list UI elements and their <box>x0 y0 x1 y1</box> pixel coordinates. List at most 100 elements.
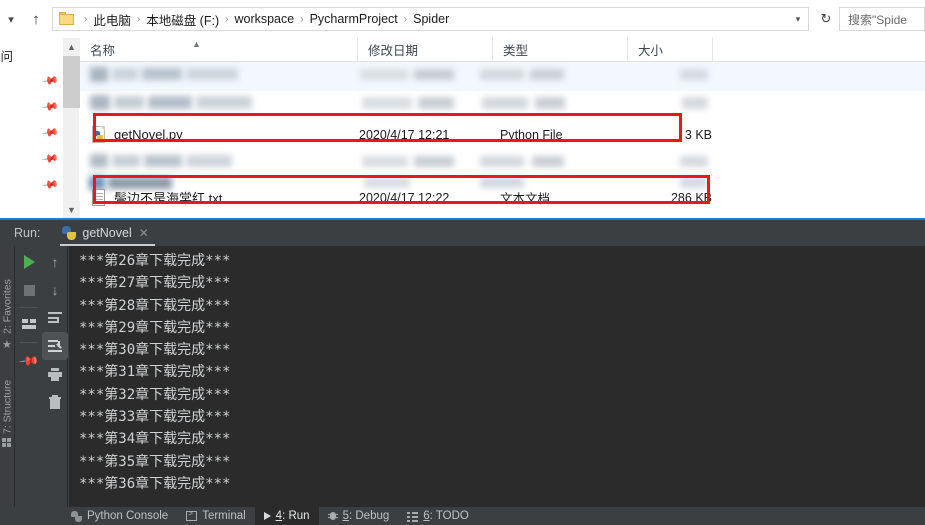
breadcrumb-item-3[interactable]: PycharmProject <box>309 12 399 26</box>
pin-icon: 📌 <box>40 150 59 169</box>
sidebar-item-label: 当 <box>0 124 1 143</box>
rerun-button[interactable] <box>16 248 42 276</box>
recent-locations-icon[interactable]: ▾ <box>0 0 22 38</box>
sidebar-item-label: 面 <box>0 72 1 91</box>
console-line: ***第36章下载完成*** <box>79 475 231 492</box>
toolbar-divider <box>20 342 38 343</box>
sidebar-item-label: 载 <box>0 98 1 117</box>
table-row[interactable]: 鬓边不是海棠红.txt 2020/4/17 12:22 文本文档 286 KB <box>80 183 925 212</box>
status-item-run[interactable]: 4 : Run <box>254 507 319 525</box>
clear-all-button[interactable] <box>42 388 68 416</box>
navigation-pane-scrollbar[interactable]: ▲ ▼ <box>62 38 80 218</box>
scrollbar-thumb[interactable] <box>63 56 80 108</box>
up-the-stack-trace-button[interactable]: ↑ <box>42 248 68 276</box>
status-item-debug[interactable]: 5 : Debug <box>319 507 399 525</box>
caret-up-icon: ▲ <box>192 39 201 49</box>
navigation-pane: 访问 面 📌 载 📌 当 📌 片 📌 频 📌 <box>0 38 60 218</box>
text-file-icon <box>92 189 107 206</box>
structure-icon <box>2 438 12 447</box>
chevron-down-icon[interactable]: ▾ <box>788 14 808 25</box>
sidebar-item-documents[interactable]: 当 📌 <box>0 120 60 146</box>
table-row[interactable]: getNovel.py 2020/4/17 12:21 Python File … <box>80 120 925 149</box>
column-header-type[interactable]: 类型 <box>492 37 627 61</box>
soft-wrap-button[interactable] <box>42 304 68 332</box>
file-explorer-window: ▾ ↑ › 此电脑 › 本地磁盘 (F:) › workspace › Pych… <box>0 0 925 218</box>
scroll-to-end-button[interactable] <box>42 332 68 360</box>
console-line: ***第30章下载完成*** <box>79 342 231 359</box>
file-list-column-headers: 名称 ▲ 修改日期 类型 大小 <box>80 37 925 62</box>
layout-button[interactable] <box>16 311 42 339</box>
pin-icon: 📌 <box>40 72 59 91</box>
file-size-cell: 3 KB <box>684 127 712 142</box>
sidebar-item-favorites[interactable]: 2: Favorites <box>0 256 15 334</box>
pin-icon: 📌 <box>40 98 59 117</box>
file-name-cell[interactable]: getNovel.py <box>80 126 357 143</box>
terminal-icon <box>186 509 198 521</box>
python-file-icon <box>92 126 107 143</box>
breadcrumb-item-1[interactable]: 本地磁盘 (F:) <box>145 10 220 29</box>
sidebar-item-desktop[interactable]: 面 📌 <box>0 68 60 94</box>
sidebar-item-downloads[interactable]: 载 📌 <box>0 94 60 120</box>
column-header-label: 类型 <box>503 43 529 58</box>
down-the-stack-trace-button[interactable]: ↓ <box>42 276 68 304</box>
console-line: ***第35章下载完成*** <box>79 453 231 470</box>
breadcrumb-bar[interactable]: › 此电脑 › 本地磁盘 (F:) › workspace › PycharmP… <box>52 7 809 31</box>
run-toolbar-secondary: ↑ ↓ <box>42 246 68 525</box>
column-header-size[interactable]: 大小 <box>627 37 712 61</box>
up-one-level-icon[interactable]: ↑ <box>22 0 50 38</box>
breadcrumb-item-0[interactable]: 此电脑 <box>92 10 132 29</box>
stop-button[interactable] <box>16 276 42 304</box>
run-toolbar-primary: 📌 <box>16 246 42 525</box>
breadcrumb-item-4[interactable]: Spider <box>412 12 450 26</box>
table-row[interactable] <box>80 91 925 120</box>
file-list-pane: 名称 ▲ 修改日期 类型 大小 getNovel.py 2020/4/17 12… <box>80 37 925 218</box>
console-line: ***第34章下载完成*** <box>79 431 231 448</box>
close-icon[interactable]: ✕ <box>139 226 149 240</box>
arrow-down-icon: ↓ <box>51 282 59 298</box>
search-input[interactable]: 搜索"Spide <box>839 7 925 31</box>
folder-icon <box>59 12 75 26</box>
scroll-up-icon[interactable]: ▲ <box>63 38 80 55</box>
pin-icon: 📌 <box>40 176 59 195</box>
status-item-label: : Run <box>282 510 310 522</box>
scroll-down-icon[interactable]: ▼ <box>63 201 80 218</box>
print-button[interactable] <box>42 360 68 388</box>
explorer-body: 访问 面 📌 载 📌 当 📌 片 📌 频 📌 <box>0 37 925 218</box>
status-item-python-console[interactable]: Python Console <box>62 507 177 525</box>
console-line: ***第28章下载完成*** <box>79 297 231 314</box>
column-header-label: 名称 <box>90 43 116 58</box>
run-tab-getnovel[interactable]: getNovel ✕ <box>58 220 155 246</box>
sidebar-item-label: 频 <box>0 176 1 195</box>
bug-icon <box>327 511 338 521</box>
run-console-output[interactable]: ***第26章下载完成*** ***第27章下载完成*** ***第28章下载完… <box>69 246 925 513</box>
column-header-date-modified[interactable]: 修改日期 <box>357 37 492 61</box>
file-name-cell[interactable]: 鬓边不是海棠红.txt <box>80 188 357 207</box>
file-date-cell: 2020/4/17 12:21 <box>359 127 450 142</box>
file-date-cell: 2020/4/17 12:22 <box>359 190 450 205</box>
sidebar-item-quick-access[interactable]: 访问 <box>0 42 60 68</box>
column-header-name[interactable]: 名称 ▲ <box>80 37 357 61</box>
sidebar-item-pictures[interactable]: 片 📌 <box>0 146 60 172</box>
sidebar-item-label: 访问 <box>0 49 14 64</box>
status-item-label: Python Console <box>87 510 169 522</box>
pin-icon: 📌 <box>40 124 59 143</box>
breadcrumb-item-2[interactable]: workspace <box>233 12 295 26</box>
status-item-todo[interactable]: 6 : TODO <box>398 507 478 525</box>
breadcrumb-separator: › <box>84 13 88 25</box>
sidebar-item-videos[interactable]: 频 📌 <box>0 172 60 198</box>
todo-list-icon <box>407 511 419 522</box>
print-icon <box>48 367 62 381</box>
refresh-icon[interactable]: ↻ <box>815 8 837 30</box>
column-header-filler <box>712 37 925 61</box>
run-label: Run: <box>14 226 41 240</box>
pin-icon: 📌 <box>18 350 41 373</box>
tool-window-side-strip: 2: Favorites ★ 7: Structure <box>0 246 15 525</box>
play-icon <box>23 255 35 269</box>
pin-tab-button[interactable]: 📌 <box>16 346 42 374</box>
status-item-terminal[interactable]: Terminal <box>177 507 254 525</box>
breadcrumb-separator: › <box>300 13 304 25</box>
sidebar-item-structure[interactable]: 7: Structure <box>0 358 15 434</box>
trash-icon <box>49 395 61 409</box>
console-line: ***第33章下载完成*** <box>79 409 231 426</box>
table-row[interactable] <box>80 62 925 91</box>
